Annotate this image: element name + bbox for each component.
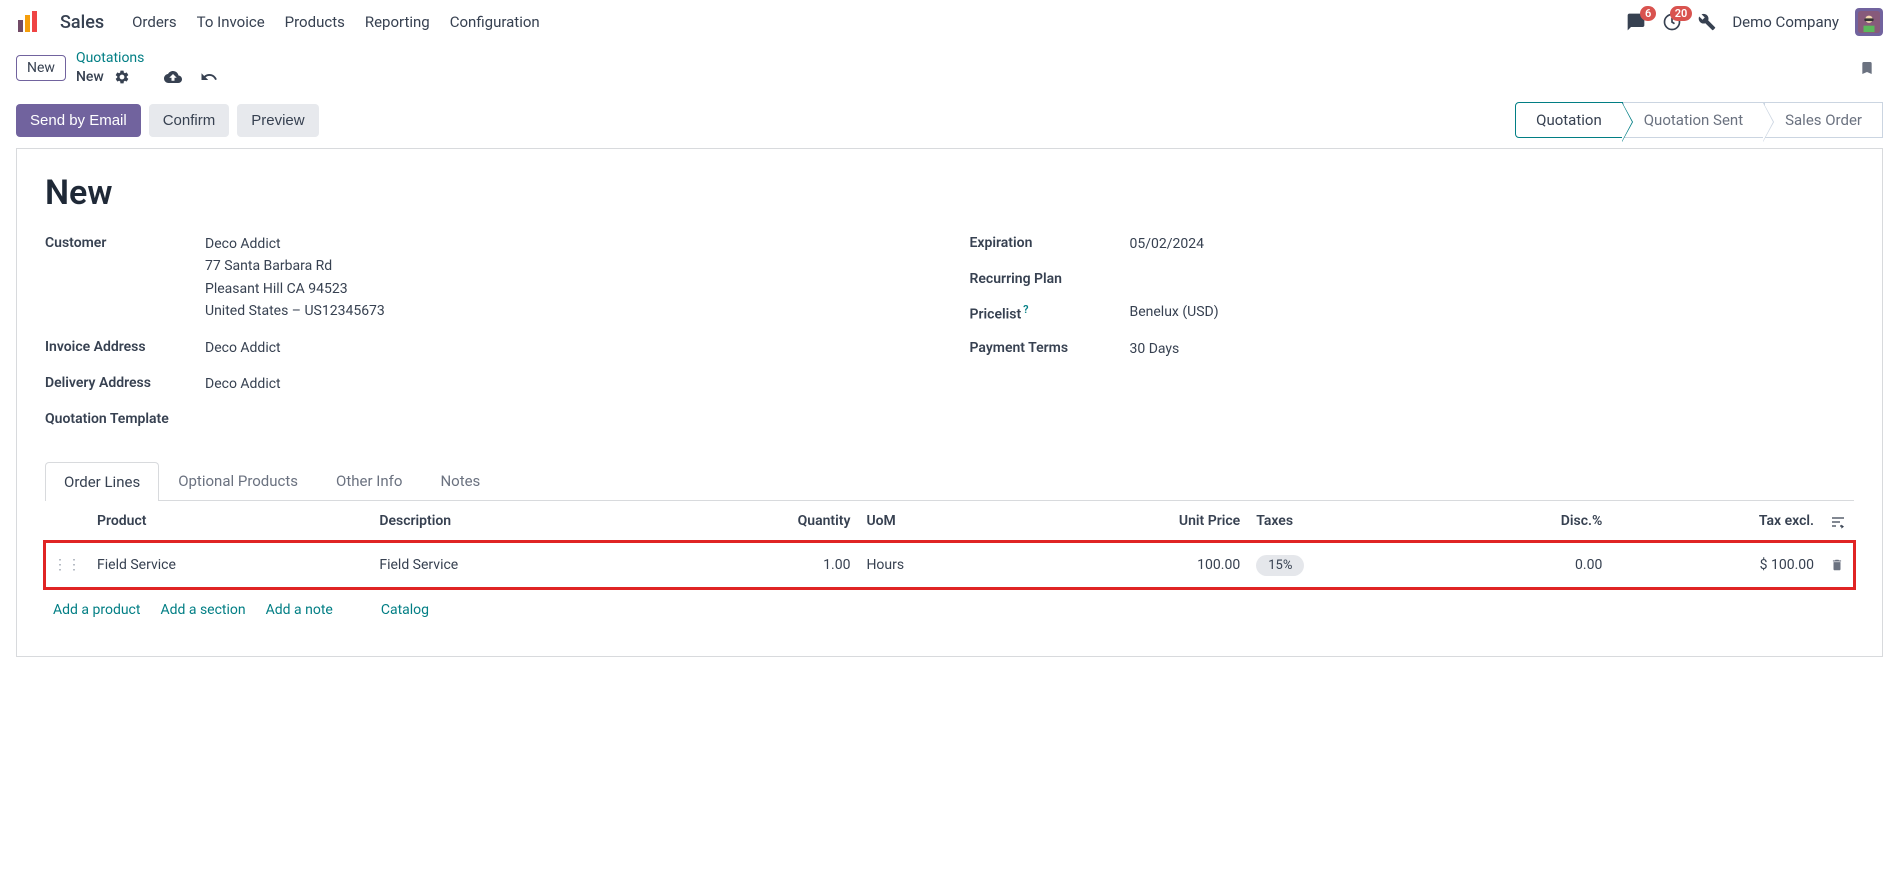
breadcrumb: Quotations New — [76, 50, 218, 86]
tab-order-lines[interactable]: Order Lines — [45, 462, 159, 501]
cell-product[interactable]: Field Service — [89, 542, 371, 588]
breadcrumb-row: New Quotations New — [0, 44, 1899, 92]
cloud-upload-icon[interactable] — [164, 68, 182, 86]
cell-taxes[interactable]: 15% — [1248, 542, 1439, 588]
new-button[interactable]: New — [16, 55, 66, 81]
gear-icon[interactable] — [114, 69, 130, 85]
expiration-label: Expiration — [970, 233, 1130, 255]
add-note-link[interactable]: Add a note — [266, 602, 333, 618]
cell-quantity[interactable]: 1.00 — [654, 542, 859, 588]
tab-other-info[interactable]: Other Info — [317, 461, 421, 500]
customer-addr2: Pleasant Hill CA 94523 — [205, 278, 930, 300]
confirm-button[interactable]: Confirm — [149, 104, 230, 137]
topbar: Sales Orders To Invoice Products Reporti… — [0, 0, 1899, 44]
tax-chip: 15% — [1256, 555, 1304, 576]
delivery-address-label: Delivery Address — [45, 373, 205, 395]
content: Send by Email Confirm Preview Quotation … — [0, 92, 1899, 697]
cell-disc[interactable]: 0.00 — [1439, 542, 1610, 588]
payment-terms-label: Payment Terms — [970, 338, 1130, 360]
recurring-plan-label: Recurring Plan — [970, 269, 1130, 287]
status-quotation-sent[interactable]: Quotation Sent — [1623, 102, 1764, 138]
activities-badge: 20 — [1670, 6, 1693, 21]
undo-icon[interactable] — [200, 68, 218, 86]
tab-notes[interactable]: Notes — [421, 461, 499, 500]
avatar[interactable] — [1855, 8, 1883, 36]
add-product-link[interactable]: Add a product — [53, 602, 140, 618]
messages-badge: 6 — [1640, 6, 1656, 21]
col-disc[interactable]: Disc.% — [1439, 501, 1610, 542]
payment-terms-value[interactable]: 30 Days — [1130, 338, 1855, 360]
app-name[interactable]: Sales — [60, 12, 104, 33]
cell-description[interactable]: Field Service — [371, 542, 653, 588]
recurring-plan-value[interactable] — [1130, 269, 1855, 287]
col-quantity[interactable]: Quantity — [654, 501, 859, 542]
nav-to-invoice[interactable]: To Invoice — [197, 13, 265, 31]
cell-tax-excl[interactable]: $ 100.00 — [1610, 542, 1822, 588]
form-grid: Customer Deco Addict 77 Santa Barbara Rd… — [45, 233, 1854, 441]
bookmark-icon[interactable] — [1859, 58, 1875, 78]
tabs: Order Lines Optional Products Other Info… — [45, 461, 1854, 501]
delete-row-icon[interactable] — [1830, 557, 1844, 573]
col-description[interactable]: Description — [371, 501, 653, 542]
cell-uom[interactable]: Hours — [858, 542, 1018, 588]
nav-configuration[interactable]: Configuration — [450, 13, 540, 31]
pricelist-value[interactable]: Benelux (USD) — [1130, 301, 1855, 323]
customer-addr1: 77 Santa Barbara Rd — [205, 255, 930, 277]
company-name[interactable]: Demo Company — [1732, 13, 1839, 31]
expiration-value[interactable]: 05/02/2024 — [1130, 233, 1855, 255]
topbar-right: 6 20 Demo Company — [1626, 8, 1883, 36]
customer-addr3: United States – US12345673 — [205, 300, 930, 322]
customer-name: Deco Addict — [205, 233, 930, 255]
status-sales-order[interactable]: Sales Order — [1764, 102, 1883, 138]
col-taxes[interactable]: Taxes — [1248, 501, 1439, 542]
breadcrumb-current: New — [76, 69, 104, 85]
catalog-link[interactable]: Catalog — [381, 602, 429, 618]
table-row[interactable]: ⋮⋮ Field Service Field Service 1.00 Hour… — [45, 542, 1854, 588]
customer-label: Customer — [45, 233, 205, 323]
activities-icon[interactable]: 20 — [1662, 12, 1682, 32]
col-settings-icon[interactable] — [1822, 501, 1854, 542]
send-by-email-button[interactable]: Send by Email — [16, 104, 141, 137]
status-bar: Quotation Quotation Sent Sales Order — [1515, 102, 1883, 138]
tools-icon[interactable] — [1698, 13, 1716, 31]
customer-value[interactable]: Deco Addict 77 Santa Barbara Rd Pleasant… — [205, 233, 930, 323]
quotation-template-label: Quotation Template — [45, 409, 205, 427]
pricelist-help-icon[interactable]: ? — [1023, 303, 1028, 316]
col-product[interactable]: Product — [89, 501, 371, 542]
form-col-right: Expiration 05/02/2024 Recurring Plan Pri… — [970, 233, 1855, 441]
add-section-link[interactable]: Add a section — [160, 602, 245, 618]
invoice-address-value[interactable]: Deco Addict — [205, 337, 930, 359]
form-sheet: New Customer Deco Addict 77 Santa Barbar… — [16, 148, 1883, 657]
col-uom[interactable]: UoM — [858, 501, 1018, 542]
cell-unit-price[interactable]: 100.00 — [1018, 542, 1248, 588]
line-actions: Add a product Add a section Add a note C… — [45, 588, 1854, 632]
order-lines-table: Product Description Quantity UoM Unit Pr… — [45, 501, 1854, 587]
preview-button[interactable]: Preview — [237, 104, 318, 137]
breadcrumb-parent[interactable]: Quotations — [76, 50, 218, 66]
drag-handle-icon[interactable]: ⋮⋮ — [53, 557, 81, 573]
messages-icon[interactable]: 6 — [1626, 12, 1646, 32]
col-unit-price[interactable]: Unit Price — [1018, 501, 1248, 542]
nav-orders[interactable]: Orders — [132, 13, 177, 31]
nav-products[interactable]: Products — [285, 13, 345, 31]
delivery-address-value[interactable]: Deco Addict — [205, 373, 930, 395]
pricelist-label: Pricelist? — [970, 301, 1130, 323]
action-bar: Send by Email Confirm Preview Quotation … — [16, 92, 1883, 148]
col-tax-excl[interactable]: Tax excl. — [1610, 501, 1822, 542]
page-title: New — [45, 173, 1854, 213]
status-quotation[interactable]: Quotation — [1515, 102, 1623, 138]
app-logo-icon — [16, 10, 40, 34]
invoice-address-label: Invoice Address — [45, 337, 205, 359]
nav-reporting[interactable]: Reporting — [365, 13, 430, 31]
form-col-left: Customer Deco Addict 77 Santa Barbara Rd… — [45, 233, 930, 441]
quotation-template-value[interactable] — [205, 409, 930, 427]
tab-optional-products[interactable]: Optional Products — [159, 461, 317, 500]
